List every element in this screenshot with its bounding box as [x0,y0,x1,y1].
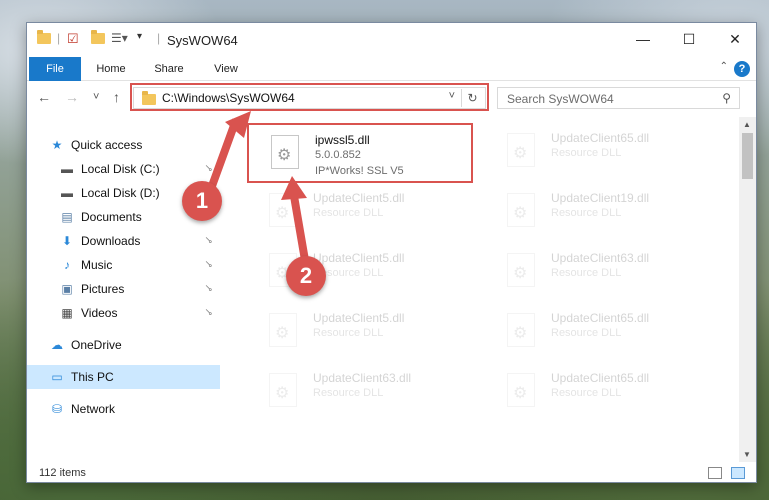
callout-1: 1 [182,181,222,221]
callout-2: 2 [286,256,326,296]
arrow-2-head [281,176,307,200]
annotation-arrows [208,111,310,267]
arrow-1-shaft [208,118,240,188]
